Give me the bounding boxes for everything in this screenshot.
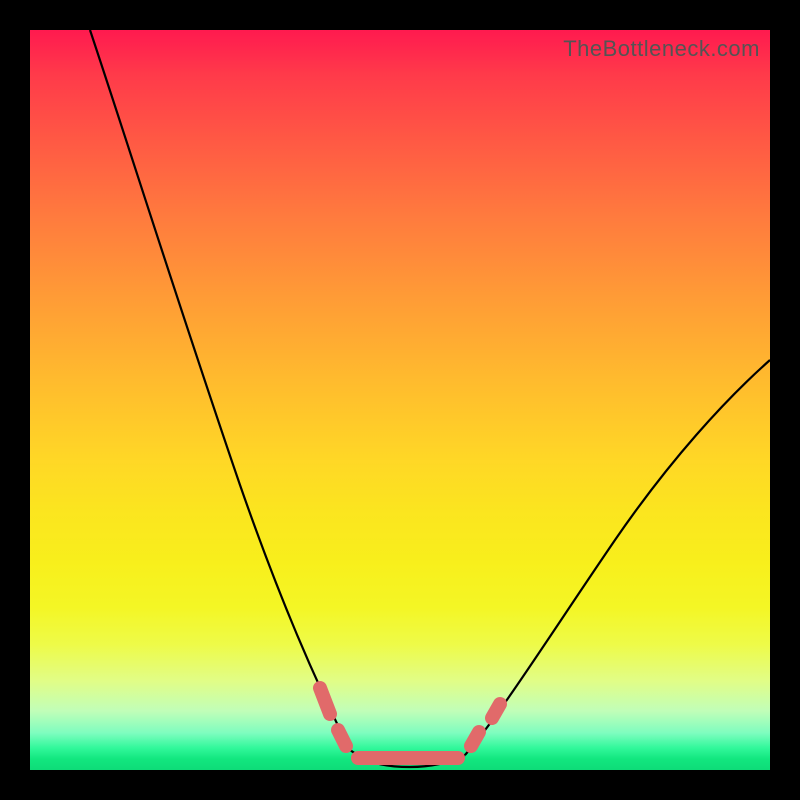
curve-right xyxy=(465,360,770,755)
chart-area: TheBottleneck.com xyxy=(30,30,770,770)
curve-left xyxy=(90,30,350,750)
marker-right-lower xyxy=(471,732,479,746)
bottleneck-curve xyxy=(30,30,770,770)
marker-left-upper xyxy=(320,688,330,714)
watermark-text: TheBottleneck.com xyxy=(563,36,760,62)
marker-left-lower xyxy=(338,730,346,746)
marker-right-upper xyxy=(492,704,500,718)
